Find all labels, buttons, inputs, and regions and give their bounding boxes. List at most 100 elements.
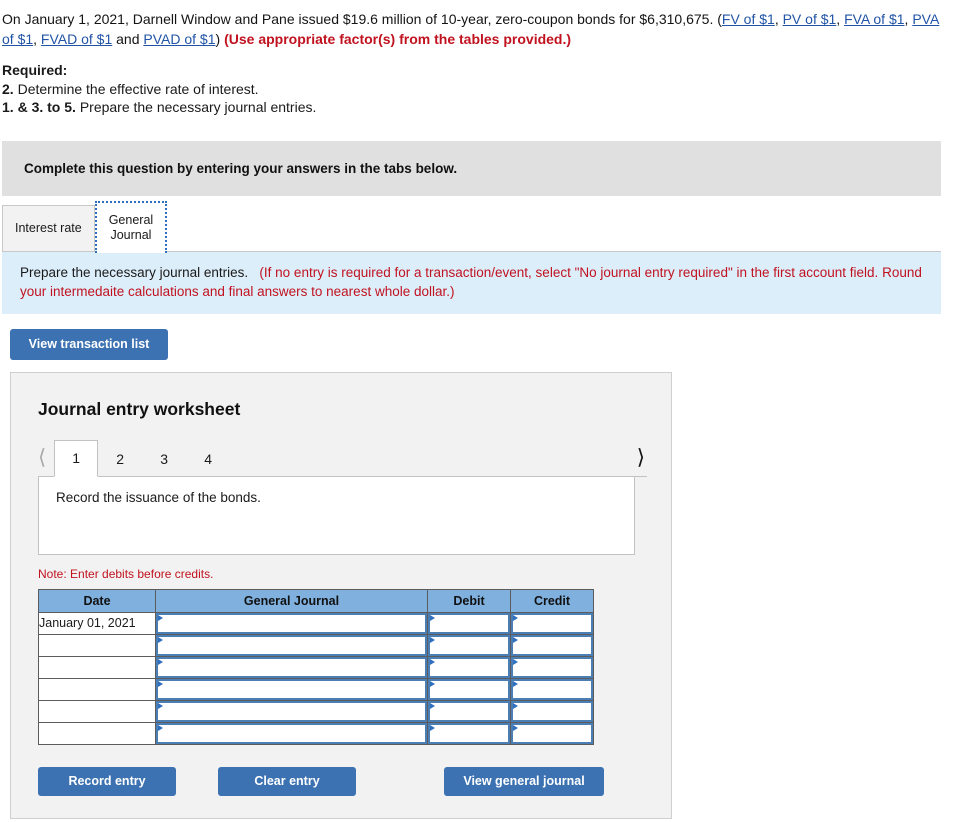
dropdown-caret-icon: [513, 724, 518, 731]
cell-general-journal[interactable]: [155, 611, 428, 635]
required-item-135-text: Prepare the necessary journal entries.: [79, 99, 317, 115]
cell-date[interactable]: [38, 633, 156, 657]
dropdown-caret-icon: [158, 636, 163, 643]
comma-sep: ,: [836, 11, 845, 27]
view-transaction-list-button[interactable]: View transaction list: [10, 328, 168, 360]
cell-debit[interactable]: [427, 611, 511, 635]
worksheet-page-2-label: 2: [116, 450, 125, 467]
cell-debit[interactable]: [427, 677, 511, 701]
column-header-debit: Debit: [427, 588, 511, 613]
worksheet-page-1-label: 1: [72, 450, 81, 466]
account-select[interactable]: [156, 678, 427, 700]
account-select[interactable]: [156, 634, 427, 656]
link-fv-of-1[interactable]: FV of $1: [722, 11, 775, 27]
required-section: Required: 2. Determine the effective rat…: [0, 49, 953, 117]
problem-intro-text: On January 1, 2021, Darnell Window and P…: [2, 11, 722, 27]
cell-date[interactable]: [38, 677, 156, 701]
credit-input[interactable]: [511, 722, 593, 744]
dropdown-caret-icon: [430, 724, 435, 731]
worksheet-page-4[interactable]: 4: [186, 442, 230, 476]
credit-input[interactable]: [511, 634, 593, 656]
worksheet-page-3-label: 3: [160, 450, 169, 467]
cell-date[interactable]: January 01, 2021: [38, 611, 156, 635]
cell-credit[interactable]: [510, 699, 594, 723]
column-header-date: Date: [38, 588, 156, 613]
chevron-left-icon[interactable]: ⟨: [38, 447, 54, 476]
account-select[interactable]: [156, 656, 427, 678]
link-pvad-of-1[interactable]: PVAD of $1: [143, 31, 215, 47]
dropdown-caret-icon: [513, 636, 518, 643]
required-item-135-number: 1. & 3. to 5.: [2, 99, 76, 115]
cell-general-journal[interactable]: [155, 677, 428, 701]
table-row: January 01, 2021: [38, 611, 594, 635]
clear-entry-button[interactable]: Clear entry: [218, 766, 356, 796]
cell-debit[interactable]: [427, 721, 511, 745]
credit-input[interactable]: [511, 612, 593, 634]
view-general-journal-button[interactable]: View general journal: [444, 766, 604, 796]
account-select[interactable]: [156, 612, 427, 634]
cell-debit[interactable]: [427, 633, 511, 657]
cell-general-journal[interactable]: [155, 655, 428, 679]
link-pv-of-1[interactable]: PV of $1: [783, 11, 837, 27]
tab-interest-rate-label: Interest rate: [15, 221, 82, 235]
required-item-135: 1. & 3. to 5. Prepare the necessary jour…: [2, 98, 953, 117]
debit-input[interactable]: [428, 656, 510, 678]
worksheet-page-1[interactable]: 1: [54, 439, 99, 477]
dropdown-caret-icon: [430, 614, 435, 621]
use-factors-note: (Use appropriate factor(s) from the tabl…: [224, 31, 572, 47]
worksheet-title: Journal entry worksheet: [38, 398, 241, 419]
cell-credit[interactable]: [510, 611, 594, 635]
link-fvad-of-1[interactable]: FVAD of $1: [41, 31, 112, 47]
cell-credit[interactable]: [510, 655, 594, 679]
link-fva-of-1[interactable]: FVA of $1: [844, 11, 904, 27]
worksheet-page-2[interactable]: 2: [98, 442, 142, 476]
debit-input[interactable]: [428, 700, 510, 722]
cell-general-journal[interactable]: [155, 633, 428, 657]
table-row: [38, 655, 594, 679]
debits-before-credits-note: Note: Enter debits before credits.: [38, 566, 214, 581]
dropdown-caret-icon: [513, 614, 518, 621]
dropdown-caret-icon: [513, 680, 518, 687]
credit-input[interactable]: [511, 678, 593, 700]
space-sep: [252, 265, 256, 280]
banner-text: Complete this question by entering your …: [24, 160, 458, 176]
comma-sep: ,: [774, 11, 783, 27]
debit-input[interactable]: [428, 612, 510, 634]
worksheet-description-text: Record the issuance of the bonds.: [56, 489, 261, 505]
cell-general-journal[interactable]: [155, 721, 428, 745]
debit-input[interactable]: [428, 634, 510, 656]
cell-date[interactable]: [38, 699, 156, 723]
journal-table-header-row: Date General Journal Debit Credit: [38, 588, 594, 613]
and-text: and: [116, 31, 140, 47]
table-row: [38, 633, 594, 657]
account-select[interactable]: [156, 700, 427, 722]
credit-input[interactable]: [511, 700, 593, 722]
dropdown-caret-icon: [513, 658, 518, 665]
journal-entry-worksheet-panel: Journal entry worksheet ⟨ 1 2 3 4 ⟩ Reco…: [10, 371, 672, 819]
answer-tabs: Interest rate General Journal: [2, 200, 953, 253]
worksheet-page-3[interactable]: 3: [142, 442, 186, 476]
instruction-main-text: Prepare the necessary journal entries.: [20, 264, 249, 280]
record-entry-button[interactable]: Record entry: [38, 766, 176, 796]
cell-date[interactable]: [38, 655, 156, 679]
tab-general-journal[interactable]: General Journal: [94, 200, 168, 253]
cell-date[interactable]: [38, 721, 156, 745]
dropdown-caret-icon: [158, 724, 163, 731]
cell-credit[interactable]: [510, 677, 594, 701]
tab-interest-rate[interactable]: Interest rate: [2, 204, 95, 252]
chevron-right-icon[interactable]: ⟩: [629, 447, 647, 476]
dropdown-caret-icon: [158, 702, 163, 709]
debit-input[interactable]: [428, 678, 510, 700]
cell-debit[interactable]: [427, 655, 511, 679]
account-select[interactable]: [156, 722, 427, 744]
table-row: [38, 677, 594, 701]
required-label: Required:: [2, 62, 68, 78]
cell-debit[interactable]: [427, 699, 511, 723]
cell-credit[interactable]: [510, 721, 594, 745]
dropdown-caret-icon: [430, 658, 435, 665]
cell-credit[interactable]: [510, 633, 594, 657]
debit-input[interactable]: [428, 722, 510, 744]
column-header-general-journal: General Journal: [155, 588, 428, 613]
cell-general-journal[interactable]: [155, 699, 428, 723]
credit-input[interactable]: [511, 656, 593, 678]
